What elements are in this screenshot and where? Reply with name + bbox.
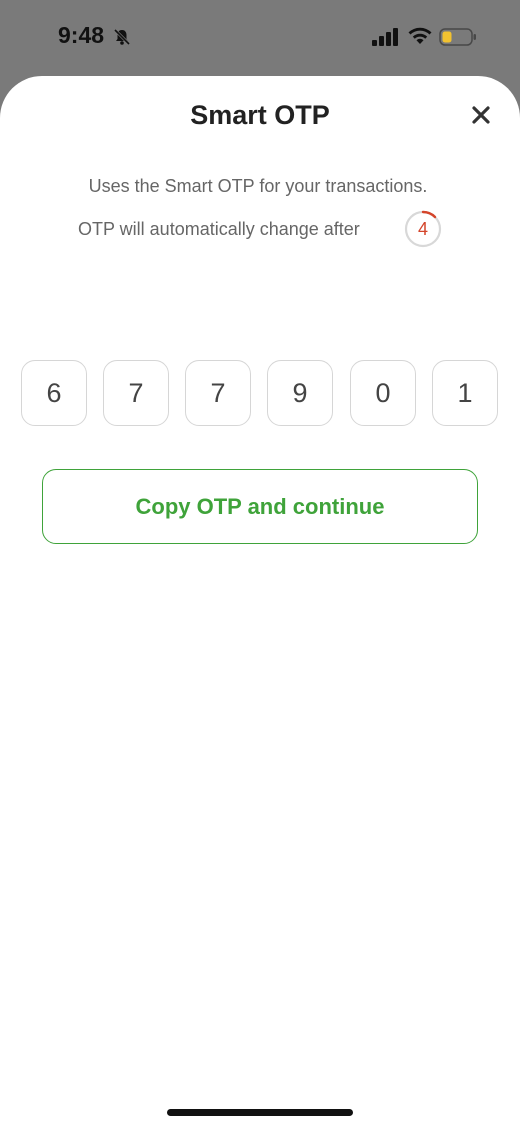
battery-low-icon — [439, 28, 476, 46]
wifi-icon — [408, 27, 432, 44]
otp-description: Uses the Smart OTP for your transactions… — [88, 176, 428, 196]
close-button[interactable] — [466, 100, 496, 130]
otp-digit: 7 — [185, 360, 251, 426]
close-icon — [472, 106, 490, 124]
countdown-seconds: 4 — [417, 218, 428, 239]
otp-digit: 6 — [21, 360, 87, 426]
cellular-signal-icon — [372, 28, 398, 46]
otp-digits: 6 7 7 9 0 1 — [21, 360, 501, 426]
countdown-row: OTP will automatically change after 4 — [0, 207, 520, 251]
copy-otp-button[interactable]: Copy OTP and continue — [42, 469, 478, 544]
otp-digit: 0 — [350, 360, 416, 426]
home-indicator[interactable] — [167, 1109, 353, 1116]
otp-digit: 9 — [267, 360, 333, 426]
sheet-title: Smart OTP — [190, 100, 330, 130]
status-time: 9:48 — [58, 22, 105, 48]
bell-slash-icon — [113, 28, 131, 46]
otp-digit: 1 — [432, 360, 498, 426]
countdown-label: OTP will automatically change after — [78, 219, 360, 239]
otp-digit: 7 — [103, 360, 169, 426]
smart-otp-sheet: Smart OTP Uses the Smart OTP for your tr… — [0, 76, 520, 1125]
status-bar: 9:48 — [0, 0, 520, 76]
